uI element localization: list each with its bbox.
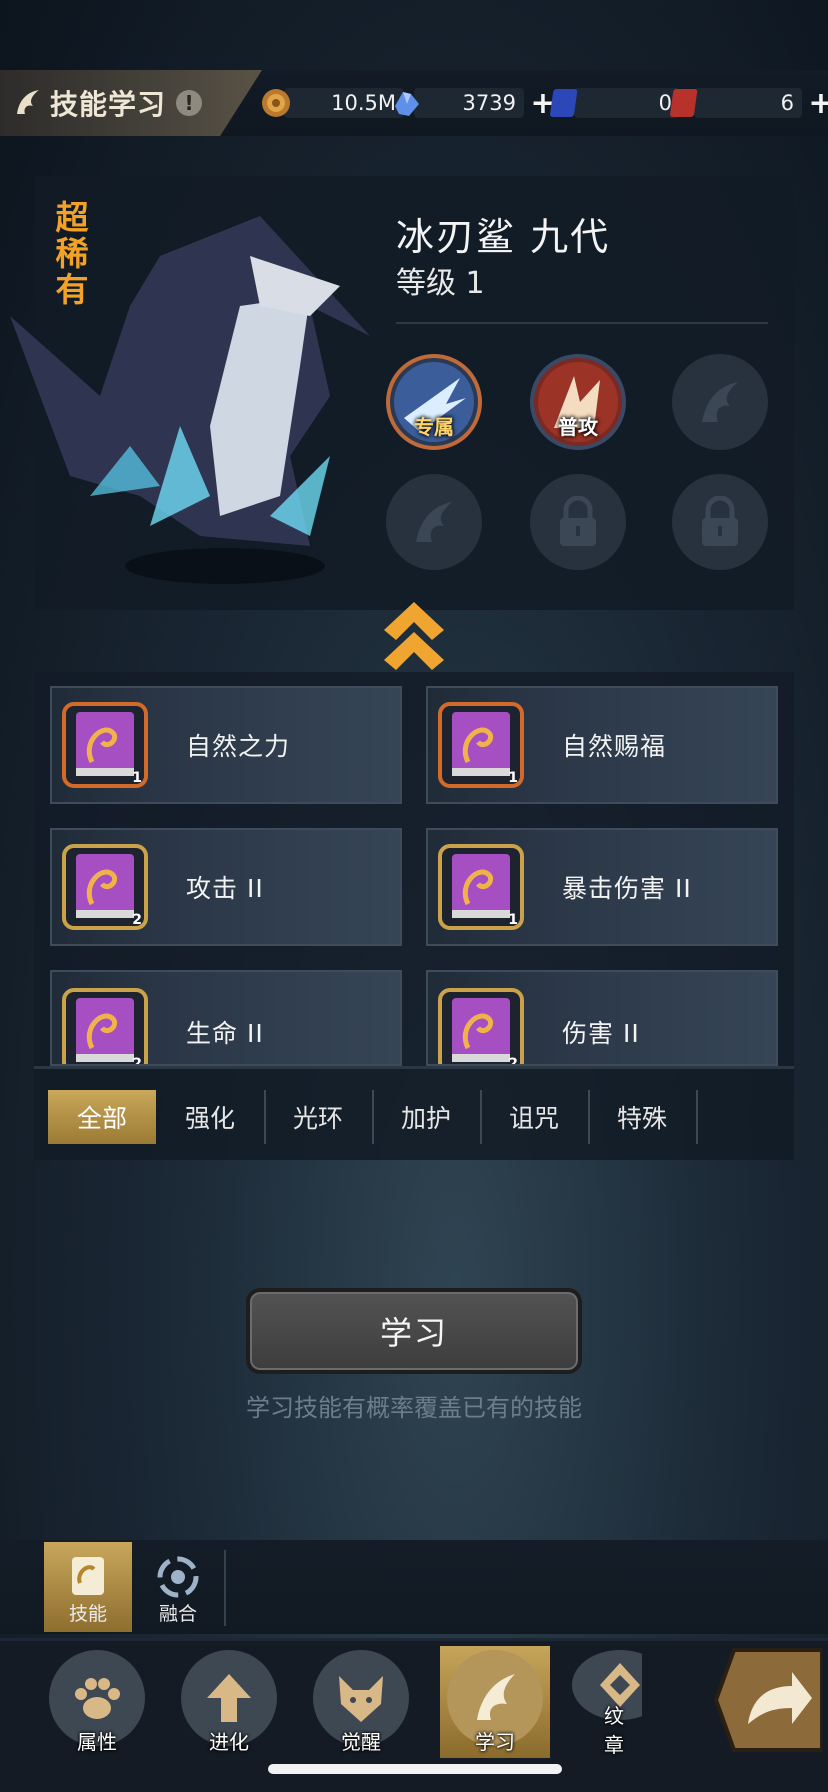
ticket-red-icon <box>668 85 704 121</box>
skill-slot-locked[interactable] <box>672 474 768 570</box>
skill-count: 1 <box>132 770 142 786</box>
skill-name: 伤害 II <box>562 1019 640 1048</box>
skill-card[interactable]: 1 暴击伤害 II <box>426 828 778 946</box>
rarity-badge: 超 稀 有 <box>52 200 92 308</box>
gold-value: 10.5M <box>284 88 404 118</box>
nav-label: 觉醒 <box>341 1730 381 1754</box>
crystal-value: 3739 <box>414 88 524 118</box>
info-icon[interactable]: ! <box>176 90 203 116</box>
skill-card[interactable]: 2 生命 II <box>50 970 402 1066</box>
tab-all[interactable]: 全部 <box>48 1090 156 1144</box>
skill-book-icon: 1 <box>438 702 524 788</box>
lock-icon <box>702 496 738 546</box>
skill-slot-empty[interactable] <box>386 474 482 570</box>
next-page-button[interactable] <box>712 1646 828 1754</box>
skill-book-icon: 1 <box>62 702 148 788</box>
gold-coin-icon <box>258 85 294 121</box>
crystal-icon <box>388 85 424 121</box>
page-title: 技能学习 <box>50 88 167 121</box>
skill-name: 攻击 II <box>186 874 264 903</box>
empty-skill-icon <box>702 382 738 422</box>
subtab-label: 技能 <box>68 1603 107 1625</box>
fusion-swirl-icon <box>157 1556 199 1598</box>
learn-button[interactable]: 学习 <box>246 1288 582 1374</box>
blue-ticket-value: 0 <box>574 88 680 118</box>
skill-slot-locked[interactable] <box>530 474 626 570</box>
resource-gold: 10.5M <box>258 86 404 120</box>
subtab-fusion[interactable]: 融合 <box>134 1542 222 1632</box>
skill-count: 2 <box>508 1056 518 1066</box>
skill-book-icon <box>72 1557 104 1595</box>
skill-book-icon: 2 <box>62 844 148 930</box>
skill-name: 自然之力 <box>186 732 291 761</box>
skill-card[interactable]: 1 自然之力 <box>50 686 402 804</box>
nav-label: 进化 <box>209 1730 249 1754</box>
skill-book-icon: 2 <box>438 988 524 1066</box>
skill-card[interactable]: 2 攻击 II <box>50 828 402 946</box>
slot-label: 专属 <box>414 415 454 439</box>
ticket-blue-icon <box>548 85 584 121</box>
skill-slot-normal-attack[interactable]: 普攻 <box>530 354 626 450</box>
share-arrow-icon <box>713 1648 824 1752</box>
nav-emblem[interactable]: 纹章 <box>572 1646 642 1758</box>
rarity-char: 有 <box>55 270 89 309</box>
skill-card[interactable]: 1 自然赐福 <box>426 686 778 804</box>
title-plate: 技能学习 ! <box>0 70 262 136</box>
chevron-up-icon <box>384 602 444 676</box>
skill-slot-empty[interactable] <box>672 354 768 450</box>
skill-book-icon: 2 <box>62 988 148 1066</box>
tab-curse[interactable]: 诅咒 <box>480 1090 588 1144</box>
nav-label: 纹章 <box>604 1704 624 1757</box>
tab-protection[interactable]: 加护 <box>372 1090 480 1144</box>
skill-count: 2 <box>132 912 142 928</box>
pet-name: 冰刃鲨 九代 <box>396 215 611 259</box>
divider <box>396 322 768 324</box>
tab-enhance[interactable]: 强化 <box>156 1090 264 1144</box>
add-ticket-button[interactable]: + <box>806 86 828 121</box>
tab-separator <box>696 1090 698 1144</box>
nav-label: 学习 <box>475 1730 515 1754</box>
skill-slot-exclusive[interactable]: 专属 <box>386 354 482 450</box>
skill-book-icon: 1 <box>438 844 524 930</box>
nav-attributes[interactable]: 属性 <box>42 1646 152 1758</box>
nav-learn[interactable]: 学习 <box>440 1646 550 1758</box>
claw-icon <box>10 85 46 121</box>
nav-awaken[interactable]: 觉醒 <box>306 1646 416 1758</box>
skill-name: 暴击伤害 II <box>562 874 692 903</box>
rarity-char: 稀 <box>55 234 89 273</box>
subtab-label: 融合 <box>158 1603 197 1625</box>
slot-label: 普攻 <box>558 415 598 439</box>
subtab-skills[interactable]: 技能 <box>44 1542 132 1632</box>
pet-level: 等级 1 <box>396 266 485 301</box>
skill-count: 1 <box>508 912 518 928</box>
red-ticket-value: 6 <box>694 88 802 118</box>
subtab-separator <box>224 1550 226 1626</box>
skill-count: 2 <box>132 1056 142 1066</box>
resource-red-ticket: 6 + <box>668 85 828 121</box>
lock-icon <box>560 496 596 546</box>
empty-skill-icon <box>416 502 452 542</box>
tab-aura[interactable]: 光环 <box>264 1090 372 1144</box>
home-indicator <box>268 1764 562 1774</box>
learn-hint: 学习技能有概率覆盖已有的技能 <box>246 1394 582 1422</box>
nav-label: 属性 <box>77 1730 117 1754</box>
skill-name: 自然赐福 <box>562 732 667 761</box>
resource-blue-ticket: 0 <box>548 86 680 120</box>
skill-card[interactable]: 2 伤害 II <box>426 970 778 1066</box>
tab-special[interactable]: 特殊 <box>588 1090 696 1144</box>
skill-count: 1 <box>508 770 518 786</box>
resource-crystal: 3739 + <box>388 85 558 121</box>
rarity-char: 超 <box>55 198 89 237</box>
skill-name: 生命 II <box>186 1019 264 1048</box>
nav-evolve[interactable]: 进化 <box>174 1646 284 1758</box>
